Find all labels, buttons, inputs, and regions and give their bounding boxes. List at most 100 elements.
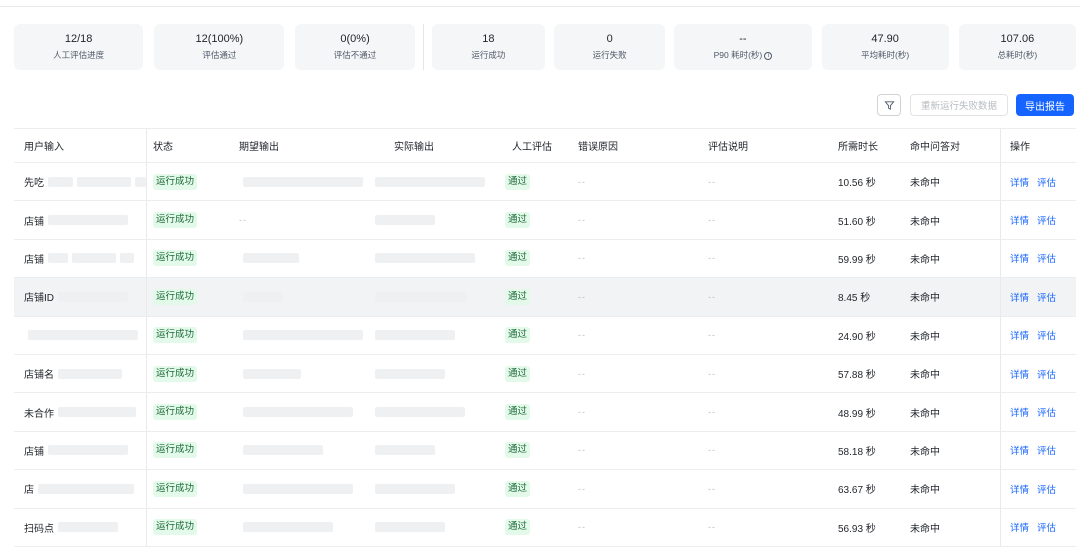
cell-input: 先吃 [14, 163, 147, 201]
duration-text: 10.56 秒 [838, 178, 876, 190]
desc-text: -- [708, 522, 716, 533]
detail-link[interactable]: 详情 [1010, 251, 1029, 265]
cell-status: 运行成功 [147, 393, 234, 430]
cell-manual: 通过 [500, 470, 572, 507]
detail-link[interactable]: 详情 [1010, 328, 1029, 342]
evaluate-link[interactable]: 评估 [1037, 405, 1056, 419]
reason-text: -- [578, 215, 586, 226]
stat-card-run-success: 18 运行成功 [431, 24, 546, 70]
table-row[interactable]: 店铺 运行成功 -- 通过 -- -- 51.60 秒 未命中 详情 评估 [14, 201, 1076, 240]
evaluate-link[interactable]: 评估 [1037, 213, 1056, 227]
detail-link[interactable]: 详情 [1010, 367, 1029, 381]
table-row[interactable]: 扫码点 运行成功 通过 -- -- 56.93 秒 未命中 详情 评估 [14, 508, 1076, 547]
table-row[interactable]: 未合作 运行成功 通过 -- -- 48.99 秒 未命中 详情 评估 [14, 393, 1076, 432]
redacted-text [375, 522, 445, 533]
cell-status: 运行成功 [147, 201, 234, 238]
cell-hit: 未命中 [905, 393, 1001, 431]
stats-bar: 12/18 人工评估进度 12(100%) 评估通过 0(0%) 评估不通过 1… [14, 23, 1077, 92]
redacted-text [58, 407, 136, 418]
evaluate-link[interactable]: 评估 [1037, 290, 1056, 304]
cell-manual: 通过 [500, 393, 572, 430]
desc-text: -- [708, 368, 716, 379]
cell-hit: 未命中 [905, 201, 1001, 239]
detail-link[interactable]: 详情 [1010, 405, 1029, 419]
evaluate-link[interactable]: 评估 [1037, 175, 1056, 189]
cell-actual [363, 278, 500, 315]
duration-text: 51.60 秒 [838, 216, 876, 228]
cell-manual: 通过 [500, 201, 572, 238]
evaluate-link[interactable]: 评估 [1037, 520, 1056, 534]
table-row[interactable]: 店铺ID 运行成功 通过 -- -- 8.45 秒 未命中 详情 评估 [14, 278, 1076, 317]
stats-divider [422, 24, 424, 70]
cell-actual [363, 470, 500, 507]
evaluate-link[interactable]: 评估 [1037, 482, 1056, 496]
desc-text: -- [708, 253, 716, 264]
detail-link[interactable]: 详情 [1010, 520, 1029, 534]
rerun-failed-button[interactable]: 重新运行失败数据 [910, 94, 1008, 116]
evaluate-link[interactable]: 评估 [1037, 251, 1056, 265]
duration-text: 63.67 秒 [838, 485, 876, 497]
cell-ops: 详情 评估 [1001, 393, 1076, 430]
cell-expected [234, 470, 363, 507]
table-row[interactable]: 运行成功 通过 -- -- 24.90 秒 未命中 详情 评估 [14, 316, 1076, 355]
detail-link[interactable]: 详情 [1010, 482, 1029, 496]
cell-duration: 24.90 秒 [833, 317, 905, 354]
header-reason: 错误原因 [578, 142, 618, 153]
table-row[interactable]: 店铺名 运行成功 通过 -- -- 57.88 秒 未命中 详情 评估 [14, 354, 1076, 394]
table-row[interactable]: 店铺 运行成功 通过 -- -- 58.18 秒 未命中 详情 评估 [14, 431, 1076, 471]
cell-input: 店 [14, 470, 147, 508]
cell-actual [363, 432, 500, 469]
header-ops: 操作 [1010, 142, 1030, 153]
detail-link[interactable]: 详情 [1010, 213, 1029, 227]
evaluate-link[interactable]: 评估 [1037, 443, 1056, 457]
detail-link[interactable]: 详情 [1010, 443, 1029, 457]
filter-button[interactable] [877, 94, 901, 116]
table-row[interactable]: 店铺 运行成功 通过 -- -- 59.99 秒 未命中 详情 评估 [14, 239, 1076, 279]
manual-eval-badge: 通过 [505, 519, 531, 536]
desc-text: -- [708, 407, 716, 418]
export-report-button[interactable]: 导出报告 [1016, 94, 1074, 116]
duration-text: 48.99 秒 [838, 408, 876, 420]
stat-value: 12/18 [64, 33, 93, 45]
cell-duration: 8.45 秒 [833, 278, 905, 315]
cell-status: 运行成功 [147, 163, 234, 200]
detail-link[interactable]: 详情 [1010, 290, 1029, 304]
redacted-text [58, 368, 122, 379]
top-divider [0, 6, 1080, 7]
hit-text: 未命中 [910, 408, 940, 420]
stat-card-avg: 47.90 平均耗时(秒) [821, 24, 949, 70]
duration-text: 56.93 秒 [838, 523, 876, 535]
table-row[interactable]: 先吃 运行成功 通过 -- -- 10.56 秒 未命中 详情 评估 [14, 163, 1076, 202]
manual-eval-badge: 通过 [505, 327, 531, 344]
redacted-text [375, 445, 435, 456]
cell-duration: 48.99 秒 [833, 393, 905, 430]
manual-eval-badge: 通过 [505, 288, 531, 305]
evaluate-link[interactable]: 评估 [1037, 367, 1056, 381]
redacted-text [375, 483, 455, 494]
input-text: 店 [24, 485, 34, 497]
stat-value: 0(0%) [340, 33, 370, 45]
redacted-text [243, 330, 363, 341]
info-icon[interactable]: i [764, 51, 773, 60]
detail-link[interactable]: 详情 [1010, 175, 1029, 189]
reason-text: -- [578, 445, 586, 456]
input-text: 店铺名 [24, 370, 54, 382]
table-row[interactable]: 店 运行成功 通过 -- -- 63.67 秒 未命中 详情 评估 [14, 470, 1076, 509]
cell-actual [363, 317, 500, 354]
redacted-text [375, 330, 455, 341]
cell-hit: 未命中 [905, 354, 1001, 393]
evaluate-link[interactable]: 评估 [1037, 328, 1056, 342]
stat-value: -- [739, 33, 747, 45]
cell-ops: 详情 评估 [1001, 355, 1076, 392]
redacted-text [48, 445, 128, 456]
input-text: 先吃 [24, 178, 44, 190]
reason-text: -- [578, 368, 586, 379]
cell-actual [363, 509, 500, 546]
reason-text: -- [578, 176, 586, 187]
duration-text: 58.18 秒 [838, 446, 876, 458]
desc-text: -- [708, 483, 716, 494]
cell-ops: 详情 评估 [1001, 470, 1076, 507]
redacted-text [243, 483, 353, 494]
cell-hit: 未命中 [905, 239, 1001, 278]
reason-text: -- [578, 330, 586, 341]
